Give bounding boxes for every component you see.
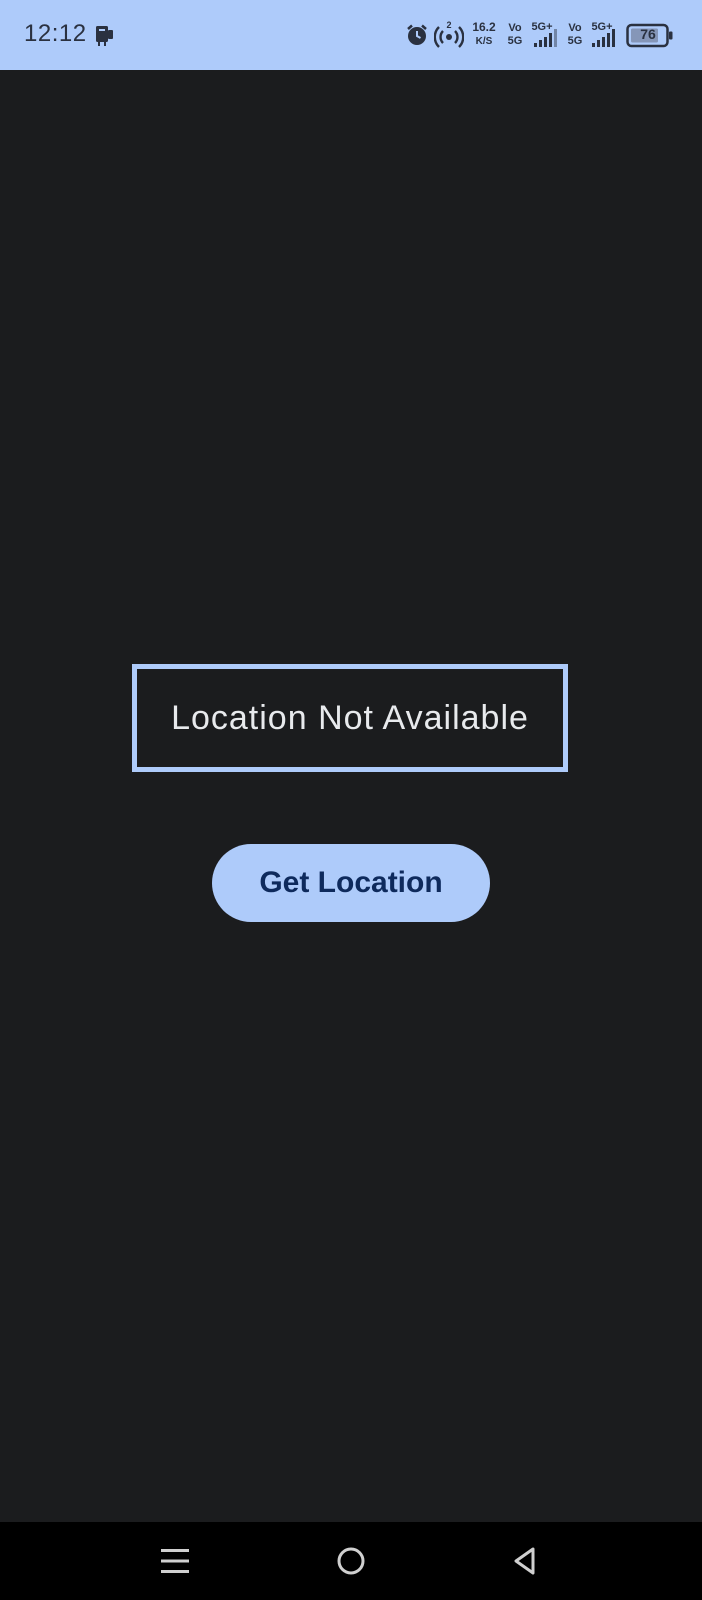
sim1-5g-label: 5G	[507, 35, 523, 47]
get-location-button-label: Get Location	[259, 866, 443, 899]
get-location-button[interactable]: Get Location	[212, 844, 490, 922]
net-speed-unit: K/S	[475, 36, 493, 47]
sim2-5g-label: 5G	[567, 35, 583, 47]
menu-button[interactable]	[148, 1534, 202, 1588]
status-time: 12:12	[24, 20, 87, 47]
app-screen: 12:12 2 16.2 K/S Vo 5G 5G+ Vo 5G 5G+ 76 …	[0, 0, 702, 1600]
signal-icon	[534, 29, 560, 52]
alarm-icon	[406, 24, 428, 51]
battery-level: 76	[640, 26, 656, 42]
navigation-bar	[0, 1522, 702, 1600]
sim2-volte-label: Vo	[568, 22, 582, 34]
back-button[interactable]	[498, 1534, 552, 1588]
home-icon	[337, 1547, 365, 1575]
menu-icon	[161, 1549, 189, 1573]
back-icon	[514, 1547, 535, 1575]
net-speed-value: 16.2	[472, 20, 496, 34]
status-bar: 12:12 2 16.2 K/S Vo 5G 5G+ Vo 5G 5G+ 76	[0, 0, 702, 70]
sim1-volte-label: Vo	[508, 22, 522, 34]
signal-icon	[592, 29, 620, 52]
location-status-text: Location Not Available	[171, 698, 529, 737]
home-button[interactable]	[324, 1534, 378, 1588]
location-display: Location Not Available	[132, 664, 568, 772]
notification-icon	[92, 24, 116, 53]
hotspot-count: 2	[446, 20, 452, 30]
